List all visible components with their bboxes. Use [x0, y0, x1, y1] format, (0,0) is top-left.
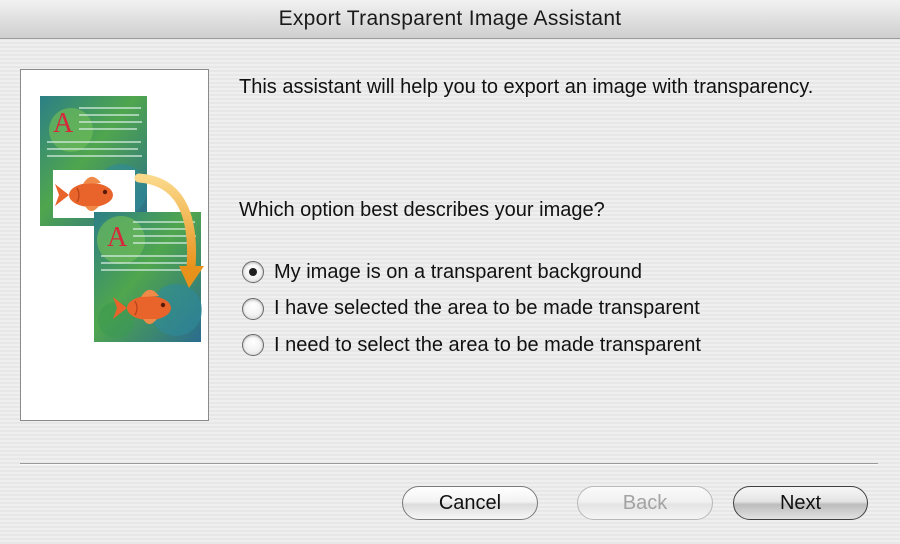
option-area-selected[interactable]: I have selected the area to be made tran… — [242, 291, 701, 328]
back-button[interactable]: Back — [577, 486, 713, 520]
cancel-button[interactable]: Cancel — [402, 486, 538, 520]
option-label: I have selected the area to be made tran… — [274, 297, 700, 320]
title-bar[interactable]: Export Transparent Image Assistant — [0, 0, 900, 39]
next-button[interactable]: Next — [733, 486, 868, 520]
separator — [20, 463, 878, 465]
assistant-window: Export Transparent Image Assistant A A T… — [0, 0, 900, 544]
page-letter: A — [53, 108, 74, 139]
option-label: I need to select the area to be made tra… — [274, 333, 701, 356]
radio-button[interactable] — [242, 297, 264, 320]
question-label: Which option best describes your image? — [239, 199, 605, 221]
option-need-to-select-area[interactable]: I need to select the area to be made tra… — [242, 327, 701, 364]
radio-button-selected[interactable] — [242, 261, 264, 284]
option-label: My image is on a transparent background — [274, 260, 642, 283]
window-title: Export Transparent Image Assistant — [278, 7, 622, 30]
option-transparent-background[interactable]: My image is on a transparent background — [242, 254, 701, 291]
intro-text: This assistant will help you to export a… — [239, 76, 814, 98]
radio-button[interactable] — [242, 334, 264, 357]
image-type-radio-group: My image is on a transparent background … — [242, 254, 701, 364]
export-illustration: A A — [40, 96, 204, 342]
illustration-panel: A A — [20, 69, 209, 421]
page-letter: A — [107, 222, 128, 253]
